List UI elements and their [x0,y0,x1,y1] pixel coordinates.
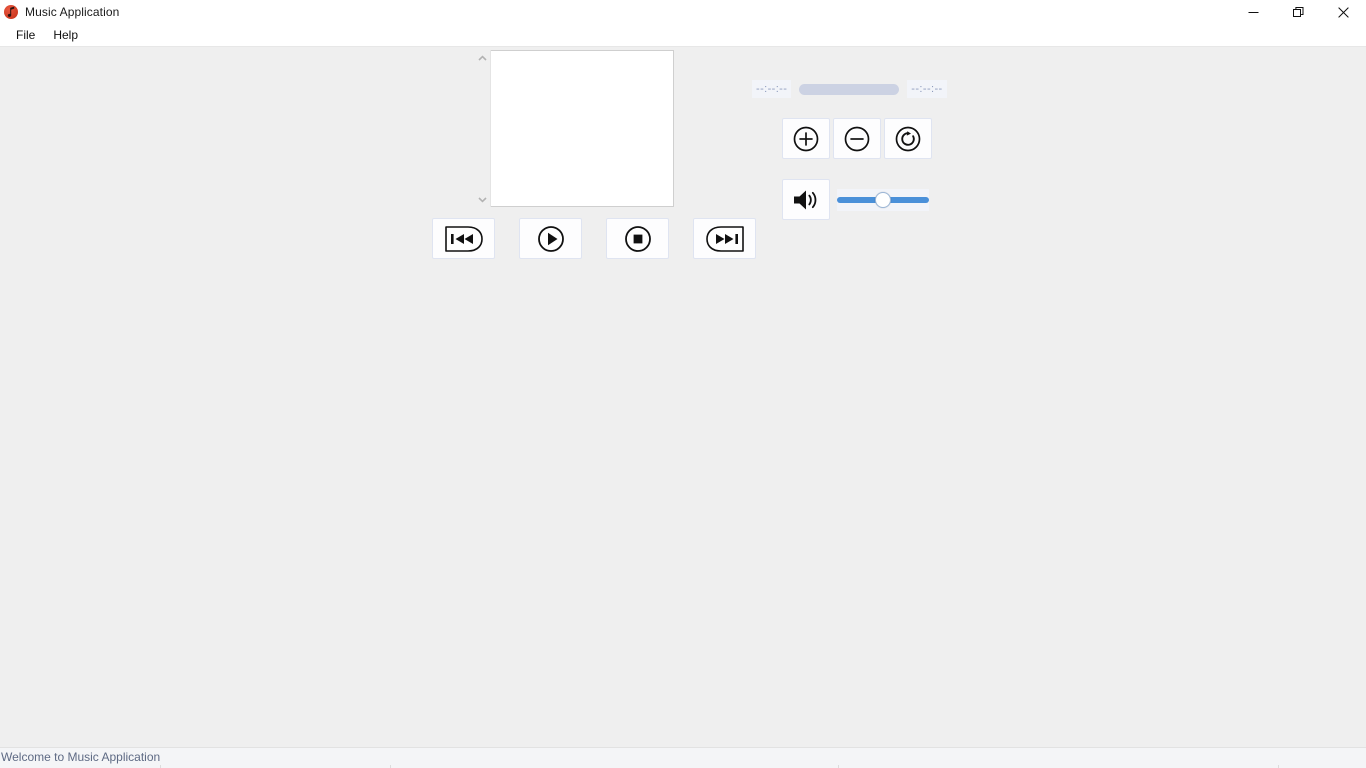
rewind-button[interactable] [432,218,495,259]
rotate-reset-icon [895,126,921,151]
volume-controls [782,179,947,220]
speaker-icon [794,190,817,209]
total-time: --:--:-- [907,80,947,98]
status-bar: Welcome to Music Application [0,747,1366,768]
minimize-button[interactable] [1231,0,1276,24]
menu-bar: File Help [0,24,1366,47]
forward-button[interactable] [693,218,756,259]
menu-file[interactable]: File [8,26,43,44]
music-note-icon [4,5,18,19]
window-title: Music Application [25,5,120,19]
zoom-in-icon [793,126,819,151]
progress-bar[interactable] [799,83,900,95]
play-button[interactable] [519,218,582,259]
player-controls: --:--:-- --:--:-- [752,47,947,220]
display-area [474,50,674,207]
status-message: Welcome to Music Application [1,750,161,764]
main-work-area: --:--:-- --:--:-- [0,47,1366,748]
visualization-panel[interactable] [491,50,674,207]
volume-slider[interactable] [837,188,929,211]
zoom-out-icon [844,126,870,151]
window-controls [1231,0,1366,24]
play-icon [537,225,564,252]
fast-forward-icon [705,225,744,252]
volume-thumb[interactable] [875,191,891,208]
elapsed-time: --:--:-- [752,80,792,98]
chevron-up-icon[interactable] [474,50,490,66]
close-button[interactable] [1321,0,1366,24]
stop-icon [624,225,651,252]
display-scrollbar[interactable] [474,50,491,207]
transport-controls [432,218,756,259]
zoom-controls [782,118,947,159]
zoom-in-button[interactable] [782,118,830,159]
rewind-icon [444,225,483,252]
zoom-out-button[interactable] [833,118,881,159]
chevron-down-icon[interactable] [474,191,490,207]
reset-button[interactable] [884,118,932,159]
restore-button[interactable] [1276,0,1321,24]
time-row: --:--:-- --:--:-- [752,78,947,100]
scrollbar-track[interactable] [474,66,490,191]
volume-button[interactable] [782,179,830,220]
menu-help[interactable]: Help [45,26,86,44]
title-bar: Music Application [0,0,1366,24]
stop-button[interactable] [606,218,669,259]
